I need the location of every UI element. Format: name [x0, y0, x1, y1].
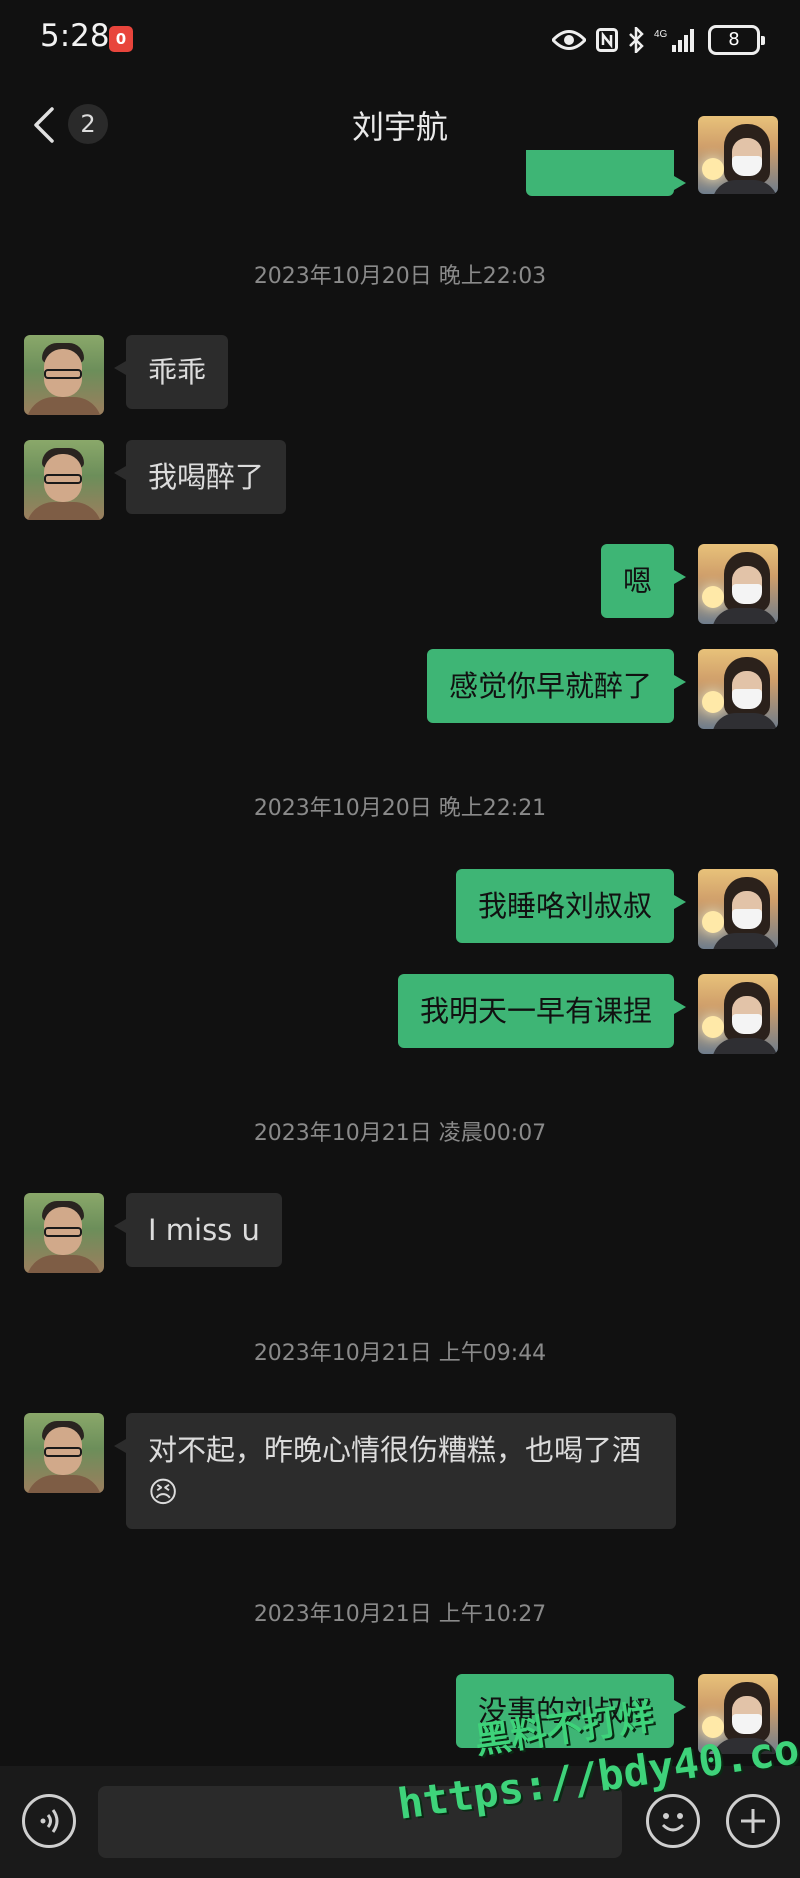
status-icons: 4G 8: [552, 20, 765, 60]
avatar-self[interactable]: [698, 974, 778, 1054]
avatar-self[interactable]: [698, 649, 778, 729]
message-bubble-incoming[interactable]: 乖乖: [113, 335, 229, 409]
timestamp: 2023年10月21日 凌晨00:07: [253, 1121, 547, 1146]
avatar-contact[interactable]: [24, 440, 104, 520]
status-bar: 5:28 0 4G 8: [0, 0, 800, 80]
signal-icon: 4G: [654, 29, 694, 52]
bluetooth-icon: [629, 27, 644, 53]
plus-button[interactable]: [726, 1794, 780, 1848]
plus-icon: [741, 1809, 765, 1833]
avatar-contact[interactable]: [24, 335, 104, 415]
notification-badge: 0: [109, 26, 133, 52]
message-bubble-incoming[interactable]: 对不起，昨晚心情很伤糟糕，也喝了酒😣: [114, 1413, 676, 1529]
message-bubble-outgoing[interactable]: 感觉你早就醉了: [426, 649, 687, 723]
timestamp: 2023年10月21日 上午09:44: [253, 1341, 547, 1366]
avatar-self[interactable]: [698, 544, 778, 624]
message-bubble-outgoing[interactable]: 我睡咯刘叔叔: [455, 869, 687, 943]
nfc-icon: [596, 28, 618, 52]
timestamp: 2023年10月20日 晚上22:21: [253, 796, 547, 821]
status-time: 5:28: [40, 18, 110, 54]
voice-button[interactable]: [22, 1794, 76, 1848]
avatar-self[interactable]: [698, 869, 778, 949]
svg-text:4G: 4G: [654, 29, 668, 40]
timestamp: 2023年10月20日 晚上22:03: [253, 264, 547, 289]
emoji-icon: [661, 1813, 685, 1832]
timestamp: 2023年10月21日 上午10:27: [253, 1602, 547, 1627]
message-bubble-incoming[interactable]: I miss u: [114, 1193, 282, 1267]
chat-screen: 5:28 0 4G 8 2 刘宇航 2023年10月20日 晚上22:03 乖乖…: [0, 0, 800, 1878]
chat-header: 2 刘宇航: [0, 90, 800, 160]
emoji-button[interactable]: [646, 1794, 700, 1848]
voice-icon: [40, 1809, 59, 1833]
message-bubble-outgoing[interactable]: 嗯: [600, 544, 687, 618]
eye-icon: [552, 30, 586, 50]
avatar-contact[interactable]: [24, 1413, 104, 1493]
avatar-contact[interactable]: [24, 1193, 104, 1273]
avatar-self[interactable]: [698, 116, 778, 194]
message-bubble-partial[interactable]: [526, 150, 686, 196]
message-bubble-outgoing[interactable]: 我明天一早有课捏: [397, 974, 687, 1048]
battery-icon: 8: [708, 25, 765, 55]
message-bubble-incoming[interactable]: 我喝醉了: [113, 440, 287, 514]
chat-title: 刘宇航: [351, 108, 448, 146]
